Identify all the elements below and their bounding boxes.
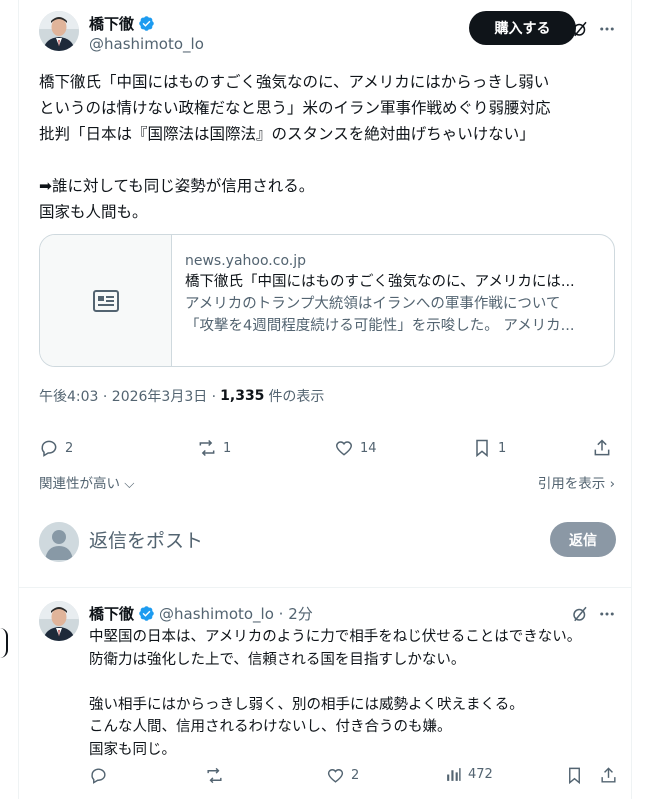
reply-post-text: 中堅国の日本は、アメリカのように力で相手をねじ伏せることはできない。 防衛力は強…: [89, 629, 582, 758]
repost-action[interactable]: [205, 766, 230, 785]
reply-icon: [91, 768, 106, 784]
bookmark-action[interactable]: [565, 766, 584, 785]
post-timestamp[interactable]: 午後4:03 · 2026年3月3日 ·: [39, 386, 216, 406]
more-options-icon[interactable]: [597, 604, 617, 624]
current-user-avatar[interactable]: [39, 522, 79, 562]
post-text: 橋下徹氏「中国にはものすごく強気なのに、アメリカにはからっきし弱い というのは情…: [39, 73, 551, 221]
share-icon: [601, 767, 616, 783]
author-name-row: 橋下徹: [89, 13, 155, 34]
view-count-label: 件の表示: [268, 389, 325, 405]
reply-count: 2: [65, 440, 74, 456]
view-quotes-label: 引用を表示: [537, 476, 606, 492]
author-handle[interactable]: @hashimoto_lo: [89, 35, 204, 53]
like-action[interactable]: 2: [326, 766, 359, 785]
reply-post-actions: 2 472: [89, 766, 619, 788]
repost-icon: [207, 767, 222, 784]
card-description-2: 「攻撃を4週間程度続ける可能性」を示唆した。 アメリカ...: [185, 318, 575, 334]
view-quotes-link[interactable]: 引用を表示 ›: [538, 472, 615, 492]
window-edge-fragment: [0, 628, 8, 658]
view-count: 472: [468, 767, 493, 782]
bookmark-count: 1: [498, 440, 507, 456]
like-action[interactable]: 14: [334, 438, 377, 458]
reply-action[interactable]: 2: [39, 438, 73, 458]
share-action[interactable]: [599, 766, 618, 785]
reply-icon: [41, 440, 57, 457]
post-actions: 2 1 14 1: [39, 438, 613, 460]
card-description-1: アメリカのトランプ大統領はイランへの軍事作戦について: [185, 296, 561, 312]
verified-badge-icon: [139, 16, 154, 31]
link-card[interactable]: news.yahoo.co.jp 橋下徹氏「中国にはものすごく強気なのに、アメリ…: [39, 234, 615, 367]
views-icon: [447, 768, 461, 781]
timeline-column: 橋下徹 @hashimoto_lo 購入する 橋下徹氏「中国にはものすごく強気な…: [18, 0, 632, 799]
reply-button[interactable]: 返信: [550, 522, 616, 557]
view-count: 1,335: [220, 388, 265, 404]
bookmark-icon: [476, 439, 488, 458]
reply-author-row: 橋下徹 @hashimoto_lo · 2分: [89, 603, 313, 624]
card-thumbnail: [40, 235, 172, 366]
grok-icon[interactable]: [570, 19, 590, 39]
chevron-right-icon: ›: [609, 476, 615, 492]
author-name[interactable]: 橋下徹: [89, 13, 134, 34]
reply-author-avatar[interactable]: [39, 601, 79, 641]
post-meta: 午後4:03 · 2026年3月3日 · 1,335 件の表示: [39, 386, 324, 406]
share-action[interactable]: [592, 438, 612, 458]
sort-label: 関連性が高い: [39, 476, 120, 492]
reply-author-handle[interactable]: @hashimoto_lo · 2分: [159, 603, 313, 624]
repost-count: 1: [223, 440, 232, 456]
sort-dropdown[interactable]: 関連性が高い ⌵: [39, 472, 135, 492]
reply-author-name[interactable]: 橋下徹: [89, 603, 134, 624]
repost-action[interactable]: 1: [197, 438, 231, 458]
article-icon: [92, 289, 119, 312]
share-icon: [594, 439, 610, 456]
card-body: news.yahoo.co.jp 橋下徹氏「中国にはものすごく強気なのに、アメリ…: [185, 251, 605, 337]
divider: [19, 587, 631, 588]
chevron-down-icon: ⌵: [124, 476, 135, 492]
buy-button[interactable]: 購入する: [469, 11, 576, 45]
author-avatar[interactable]: [39, 11, 79, 51]
like-count: 14: [360, 440, 377, 456]
card-domain: news.yahoo.co.jp: [185, 253, 306, 269]
bookmark-icon: [569, 767, 580, 785]
views-action[interactable]: 472: [445, 766, 493, 783]
verified-badge-icon: [139, 606, 154, 621]
bookmark-action[interactable]: 1: [472, 438, 506, 458]
reply-input[interactable]: 返信をポスト: [89, 525, 449, 557]
heart-icon: [327, 769, 344, 783]
reply-action[interactable]: [89, 766, 114, 785]
repost-icon: [199, 439, 215, 457]
grok-icon[interactable]: [570, 604, 590, 624]
more-options-icon[interactable]: [597, 19, 617, 39]
heart-icon: [335, 441, 353, 456]
like-count: 2: [351, 768, 360, 783]
card-title: 橋下徹氏「中国にはものすごく強気なのに、アメリカには...: [185, 274, 575, 290]
